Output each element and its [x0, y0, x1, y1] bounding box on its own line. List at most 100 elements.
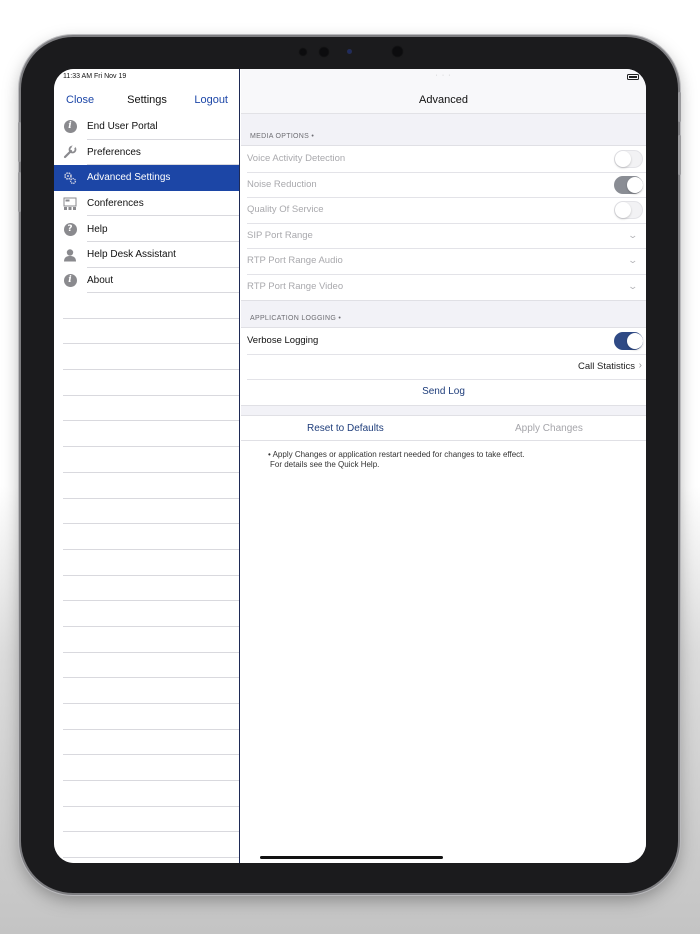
- row-label: Quality Of Service: [247, 204, 324, 216]
- battery-icon: [627, 74, 639, 80]
- settings-menu: i End User Portal Preferences Advanced S…: [54, 114, 239, 293]
- camera-lens: [391, 45, 404, 58]
- empty-row: [63, 293, 239, 319]
- apply-changes-button[interactable]: Apply Changes: [515, 423, 583, 434]
- row-label: RTP Port Range Video: [247, 280, 344, 292]
- menu-item-help[interactable]: ? Help: [54, 216, 239, 242]
- row-label: SIP Port Range: [247, 229, 313, 241]
- noise-reduction-toggle[interactable]: [614, 175, 643, 194]
- row-label: RTP Port Range Audio: [247, 255, 343, 267]
- side-button: [678, 135, 681, 175]
- row-label: Noise Reduction: [247, 178, 317, 190]
- noise-reduction-row[interactable]: Noise Reduction: [241, 171, 646, 198]
- advanced-detail-pane: · · · Advanced MEDIA OPTIONS • Voice Act…: [241, 69, 646, 863]
- empty-row: [63, 524, 239, 550]
- menu-item-label: About: [87, 274, 114, 286]
- quality-of-service-toggle[interactable]: [614, 201, 643, 220]
- toggle-knob: [627, 333, 643, 349]
- note-line: • Apply Changes or application restart n…: [268, 450, 525, 459]
- multitask-indicator[interactable]: · · ·: [241, 72, 646, 79]
- menu-item-label: Help: [87, 223, 108, 235]
- empty-row: [63, 576, 239, 602]
- wrench-icon: [63, 145, 77, 159]
- menu-item-about[interactable]: i About: [54, 268, 239, 294]
- reset-to-defaults-button[interactable]: Reset to Defaults: [307, 423, 384, 434]
- info-icon: i: [63, 273, 77, 287]
- toggle-knob: [627, 176, 643, 193]
- sidebar-nav-bar: Close Settings Logout: [54, 91, 240, 111]
- empty-row: [63, 396, 239, 422]
- application-logging-header: APPLICATION LOGGING •: [250, 315, 342, 322]
- empty-row: [63, 550, 239, 576]
- quality-of-service-row[interactable]: Quality Of Service: [241, 197, 646, 223]
- chevron-down-icon: ⌄: [627, 229, 639, 240]
- empty-row: [63, 755, 239, 782]
- menu-item-end-user-portal[interactable]: i End User Portal: [54, 114, 239, 140]
- help-note: • Apply Changes or application restart n…: [268, 450, 525, 469]
- empty-row: [63, 832, 239, 859]
- empty-row: [63, 319, 239, 345]
- media-options-header: MEDIA OPTIONS •: [250, 133, 315, 140]
- verbose-logging-row[interactable]: Verbose Logging: [241, 328, 646, 354]
- empty-row: [63, 781, 239, 807]
- call-statistics-label: Call Statistics: [577, 360, 635, 372]
- menu-item-label: Help Desk Assistant: [87, 249, 176, 261]
- menu-item-label: End User Portal: [87, 121, 158, 133]
- empty-row: [63, 807, 239, 833]
- empty-row: [63, 344, 239, 371]
- rtp-port-range-video-row[interactable]: RTP Port Range Video ⌄: [241, 273, 646, 300]
- verbose-logging-toggle[interactable]: [614, 332, 643, 350]
- settings-sidebar: 11:33 AM Fri Nov 19 Close Settings Logou…: [54, 69, 240, 863]
- media-options-group: Voice Activity Detection Noise Reduction…: [241, 145, 646, 301]
- chevron-right-icon: ›: [638, 359, 642, 371]
- chevron-down-icon: ⌄: [627, 255, 639, 266]
- side-button: [678, 92, 681, 122]
- voice-activity-detection-toggle[interactable]: [614, 150, 643, 168]
- menu-item-help-desk-assistant[interactable]: Help Desk Assistant: [54, 242, 239, 268]
- status-time: 11:33 AM Fri Nov 19: [63, 73, 127, 80]
- side-button: [18, 172, 21, 212]
- camera-sensor: [298, 47, 308, 57]
- person-icon: [63, 248, 77, 262]
- menu-item-conferences[interactable]: Conferences: [54, 191, 239, 217]
- menu-item-label: Conferences: [87, 198, 144, 210]
- side-button: [18, 122, 21, 162]
- row-label: Voice Activity Detection: [247, 153, 346, 164]
- gears-icon: [63, 171, 77, 185]
- info-icon: i: [63, 120, 77, 134]
- action-bar: Reset to Defaults Apply Changes: [241, 415, 646, 441]
- application-logging-group: Verbose Logging Call Statistics › Send L…: [241, 327, 646, 406]
- detail-nav-bar: · · · Advanced: [241, 69, 646, 114]
- empty-row: [63, 627, 239, 653]
- empty-row: [63, 730, 239, 756]
- note-area: [241, 441, 646, 863]
- camera-sensor: [318, 46, 330, 58]
- empty-row: [63, 473, 239, 499]
- screen: 11:33 AM Fri Nov 19 Close Settings Logou…: [54, 69, 646, 863]
- toggle-knob: [615, 202, 631, 219]
- send-log-row[interactable]: Send Log: [241, 379, 646, 405]
- note-line: For details see the Quick Help.: [270, 459, 380, 469]
- menu-item-label: Advanced Settings: [87, 172, 171, 184]
- send-log-button[interactable]: Send Log: [241, 386, 646, 397]
- menu-item-preferences[interactable]: Preferences: [54, 140, 239, 166]
- help-icon: ?: [63, 222, 77, 236]
- empty-row: [63, 704, 239, 730]
- page-title: Advanced: [419, 94, 468, 106]
- empty-row: [63, 653, 239, 679]
- menu-item-advanced-settings[interactable]: Advanced Settings: [54, 165, 239, 191]
- rtp-port-range-audio-row[interactable]: RTP Port Range Audio ⌄: [241, 248, 646, 274]
- conference-icon: [63, 197, 77, 211]
- voice-activity-detection-row[interactable]: Voice Activity Detection: [241, 146, 646, 172]
- empty-row: [63, 370, 239, 396]
- empty-row: [63, 499, 239, 525]
- row-label: Verbose Logging: [247, 335, 319, 346]
- home-indicator[interactable]: [260, 856, 443, 859]
- chevron-down-icon: ⌄: [627, 280, 639, 291]
- menu-item-label: Preferences: [87, 146, 141, 158]
- empty-row: [63, 601, 239, 627]
- empty-list-rows: [63, 293, 239, 859]
- logout-button[interactable]: Logout: [194, 94, 228, 106]
- sip-port-range-row[interactable]: SIP Port Range ⌄: [241, 222, 646, 249]
- call-statistics-row[interactable]: Call Statistics ›: [241, 353, 646, 380]
